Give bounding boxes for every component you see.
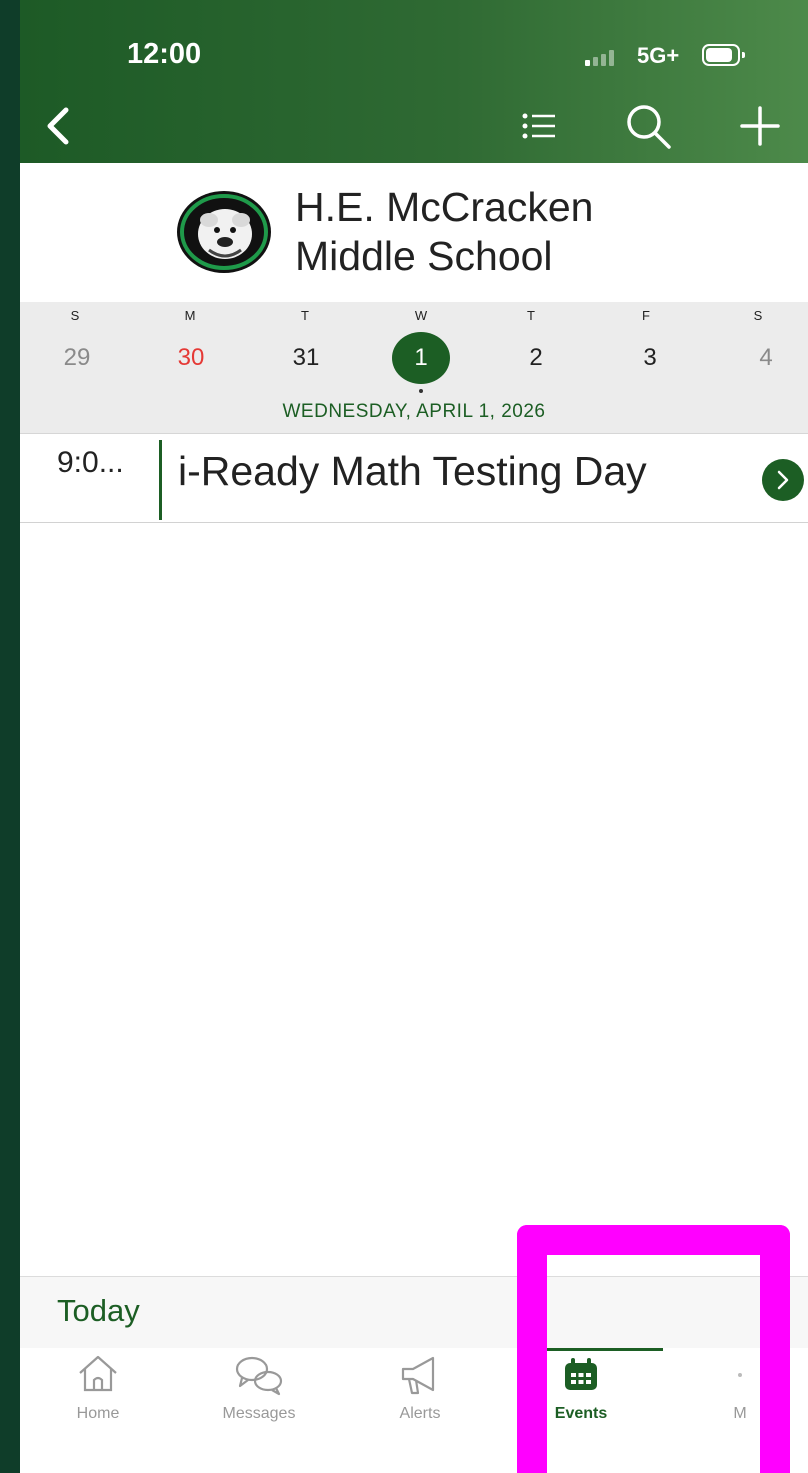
event-row[interactable]: 9:0... i-Ready Math Testing Day (20, 434, 808, 523)
event-title: i-Ready Math Testing Day (178, 448, 647, 494)
day-3[interactable]: 3 (620, 340, 680, 376)
today-button[interactable]: Today (57, 1293, 140, 1329)
tab-label: Home (76, 1405, 120, 1422)
battery-icon (702, 44, 745, 66)
signal-icon (585, 50, 621, 66)
chevron-right-icon (777, 470, 789, 490)
dow-label: S (753, 308, 763, 323)
event-color-bar (159, 440, 162, 520)
status-time: 12:00 (127, 38, 202, 70)
day-30[interactable]: 30 (161, 340, 221, 376)
plus-icon (740, 106, 780, 146)
dow-label: T (301, 308, 309, 323)
search-icon (627, 105, 671, 149)
school-name-line2: Middle School (295, 233, 553, 279)
phone-screen: 12:00 5G+ H.E. McCracken Middle School S… (20, 0, 808, 1473)
day-1-selected[interactable]: 1 (391, 340, 451, 376)
dow-label: W (414, 308, 428, 323)
dow-label: M (184, 308, 196, 323)
chevron-left-icon (47, 107, 69, 145)
dow-label: S (70, 308, 80, 323)
tab-messages[interactable]: Messages (189, 1348, 329, 1448)
messages-icon (235, 1356, 283, 1396)
event-detail-button[interactable] (762, 459, 804, 501)
home-icon (79, 1355, 117, 1392)
dow-label: T (527, 308, 535, 323)
background-strip (0, 0, 20, 1473)
event-time: 9:0... (57, 446, 124, 479)
app-header: 12:00 5G+ (20, 0, 808, 163)
tab-label: Messages (222, 1405, 296, 1422)
school-name-line1: H.E. McCracken (295, 184, 594, 230)
megaphone-icon (401, 1356, 435, 1395)
back-button[interactable] (38, 96, 78, 156)
bulldog-logo (177, 191, 271, 273)
highlight-box (517, 1225, 790, 1473)
list-view-button[interactable] (517, 96, 561, 156)
search-button[interactable] (620, 96, 676, 156)
day-4[interactable]: 4 (736, 340, 796, 376)
day-31[interactable]: 31 (276, 340, 336, 376)
day-2[interactable]: 2 (506, 340, 566, 376)
selected-date-label: WEDNESDAY, APRIL 1, 2026 (282, 401, 546, 422)
tab-label: Alerts (399, 1405, 441, 1422)
tab-home[interactable]: Home (28, 1348, 168, 1448)
tab-alerts[interactable]: Alerts (350, 1348, 490, 1448)
school-name: H.E. McCracken Middle School (295, 183, 593, 281)
dow-label: F (642, 308, 650, 323)
event-dot (419, 389, 423, 393)
school-header: H.E. McCracken Middle School (20, 163, 808, 302)
add-button[interactable] (735, 96, 785, 156)
day-29[interactable]: 29 (47, 340, 107, 376)
network-label: 5G+ (637, 43, 680, 68)
list-icon (522, 113, 555, 139)
week-strip: S M T W T F S 29 30 31 1 2 3 4 WEDNESDAY… (20, 302, 808, 434)
